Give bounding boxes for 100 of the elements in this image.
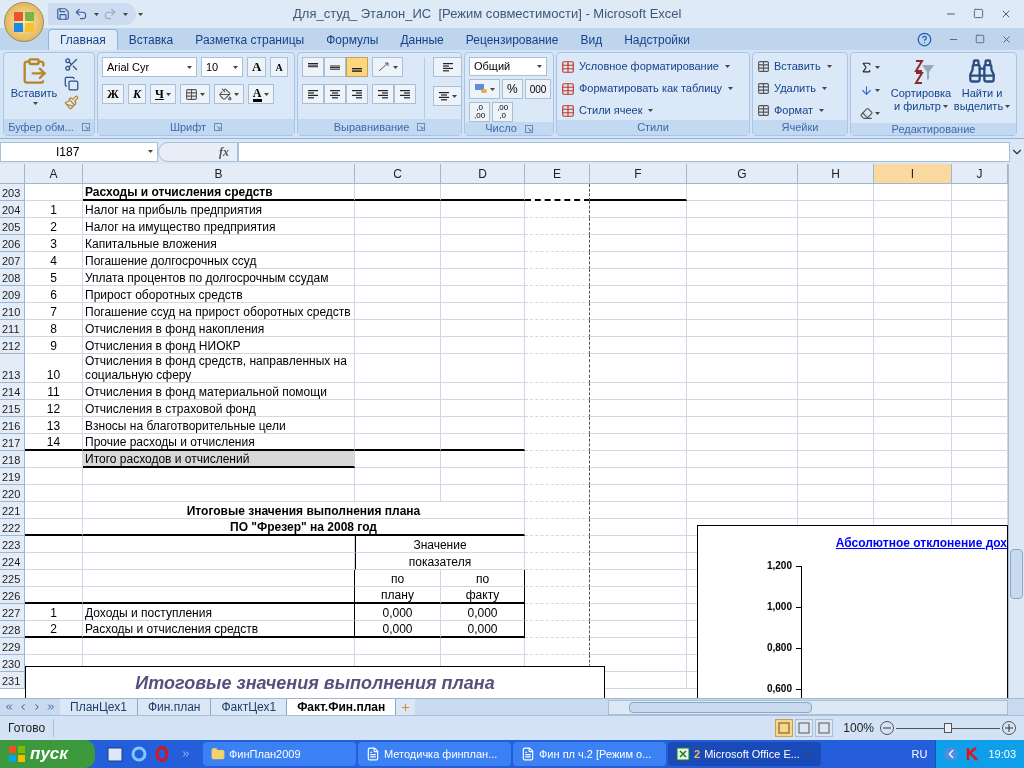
row-header[interactable]: 220 [0,485,25,502]
ribbon-tab[interactable]: Формулы [315,29,390,50]
vertical-align-button[interactable] [324,57,346,77]
row-header[interactable]: 222 [0,519,25,536]
dialog-launcher-icon[interactable] [214,123,223,131]
view-button[interactable] [795,719,814,737]
row-header[interactable]: 216 [0,417,25,434]
row-header[interactable]: 223 [0,536,25,553]
row-header[interactable]: 218 [0,451,25,468]
sheet-tab[interactable]: ПланЦех1 [60,699,138,715]
horizontal-scrollbar[interactable] [608,699,1008,715]
help-icon[interactable] [917,31,932,47]
underline-button[interactable]: Ч [150,84,176,104]
row-header[interactable]: 221 [0,502,25,519]
find-select-button[interactable]: Найти и выделить [953,57,1011,123]
vertical-scrollbar[interactable] [1008,164,1024,698]
row-header[interactable]: 211 [0,320,25,337]
currency-button[interactable] [469,79,500,99]
column-header[interactable]: B [83,164,355,184]
start-button[interactable]: пуск [0,740,95,768]
styles-menu-button[interactable]: Форматировать как таблицу [561,79,734,98]
column-header[interactable]: D [441,164,525,184]
row-header[interactable]: 207 [0,252,25,269]
ribbon-tab[interactable]: Данные [389,29,455,50]
insert-function-button[interactable]: fx [158,141,238,162]
decrease-decimal-button[interactable]: ,00 ,0 [492,102,514,122]
zoom-slider[interactable] [896,723,1000,733]
row-header[interactable]: 219 [0,468,25,485]
font-name-field[interactable]: Arial Cyr [102,57,197,77]
scissors-icon[interactable] [64,57,79,72]
borders-button[interactable] [179,84,210,104]
restore-icon[interactable] [973,8,984,19]
column-header[interactable]: A [25,164,83,184]
increase-decimal-button[interactable]: ,0 ,00 [469,102,491,122]
view-button[interactable] [815,719,834,737]
align-right-button[interactable] [346,84,368,104]
row-header[interactable]: 227 [0,604,25,621]
row-header[interactable]: 215 [0,400,25,417]
row-header[interactable]: 230 [0,655,25,672]
last-sheet-icon[interactable] [46,702,56,712]
row-header[interactable]: 204 [0,201,25,218]
column-header[interactable]: E [525,164,590,184]
styles-menu-button[interactable]: Стили ячеек [561,101,734,120]
insert-sheet-button[interactable] [396,699,416,715]
fill-color-button[interactable] [213,84,244,104]
sheet-tab[interactable]: Факт.Фин.план [287,699,397,715]
font-color-button[interactable]: A [247,84,274,104]
next-sheet-icon[interactable] [32,702,42,712]
row-header[interactable]: 217 [0,434,25,451]
name-box[interactable]: I187 [0,141,158,162]
taskbar-button[interactable]: Фин пл ч.2 [Режим о... [513,742,666,766]
row-header[interactable]: 228 [0,621,25,638]
ribbon-tab[interactable]: Главная [48,29,118,50]
row-header[interactable]: 229 [0,638,25,655]
row-header[interactable]: 214 [0,383,25,400]
bold-button[interactable]: Ж [102,84,124,104]
show-hidden-icon[interactable] [944,747,959,761]
dialog-launcher-icon[interactable] [81,123,90,131]
undo-icon[interactable] [74,7,88,21]
row-header[interactable]: 206 [0,235,25,252]
dialog-launcher-icon[interactable] [417,123,426,131]
italic-button[interactable]: К [127,84,146,104]
thousands-button[interactable]: 000 [524,79,552,99]
cells-menu-button[interactable]: Удалить [757,79,832,98]
previous-sheet-icon[interactable] [18,702,28,712]
row-header[interactable]: 205 [0,218,25,235]
copy-icon[interactable] [64,76,79,91]
save-icon[interactable] [56,7,70,21]
close-icon[interactable] [1000,8,1012,20]
merge-button[interactable] [433,86,462,106]
column-header[interactable]: H [798,164,874,184]
cells-menu-button[interactable]: Формат [757,101,832,120]
row-header[interactable]: 208 [0,269,25,286]
restore-icon[interactable] [975,34,985,44]
column-header[interactable]: C [355,164,441,184]
office-button[interactable] [4,2,44,42]
align-center-button[interactable] [324,84,346,104]
sort-filter-button[interactable]: Сортировка и фильтр [889,57,953,123]
row-header[interactable]: 226 [0,587,25,604]
ribbon-tab[interactable]: Вставка [117,29,185,50]
vertical-align-button[interactable] [346,57,368,77]
ribbon-tab[interactable]: Вид [569,29,614,50]
column-header[interactable]: J [952,164,1008,184]
browser-icon[interactable] [131,746,147,762]
row-header[interactable]: 231 [0,672,25,689]
row-header[interactable]: 224 [0,553,25,570]
close-icon[interactable] [1001,33,1012,45]
column-header[interactable]: F [590,164,687,184]
decrease-indent-button[interactable] [372,84,394,104]
formula-input[interactable] [238,141,1010,162]
row-header[interactable]: 210 [0,303,25,320]
row-header[interactable]: 209 [0,286,25,303]
paste-button[interactable]: Вставить [8,57,60,119]
more-icon[interactable] [181,749,191,759]
view-button[interactable] [775,719,794,737]
taskbar-button[interactable]: Методичка финплан... [358,742,511,766]
wrap-text-button[interactable] [433,57,462,77]
number-format-field[interactable]: Общий [469,57,547,76]
calendar-icon[interactable] [107,746,123,762]
ribbon-tab[interactable]: Надстройки [613,29,701,50]
